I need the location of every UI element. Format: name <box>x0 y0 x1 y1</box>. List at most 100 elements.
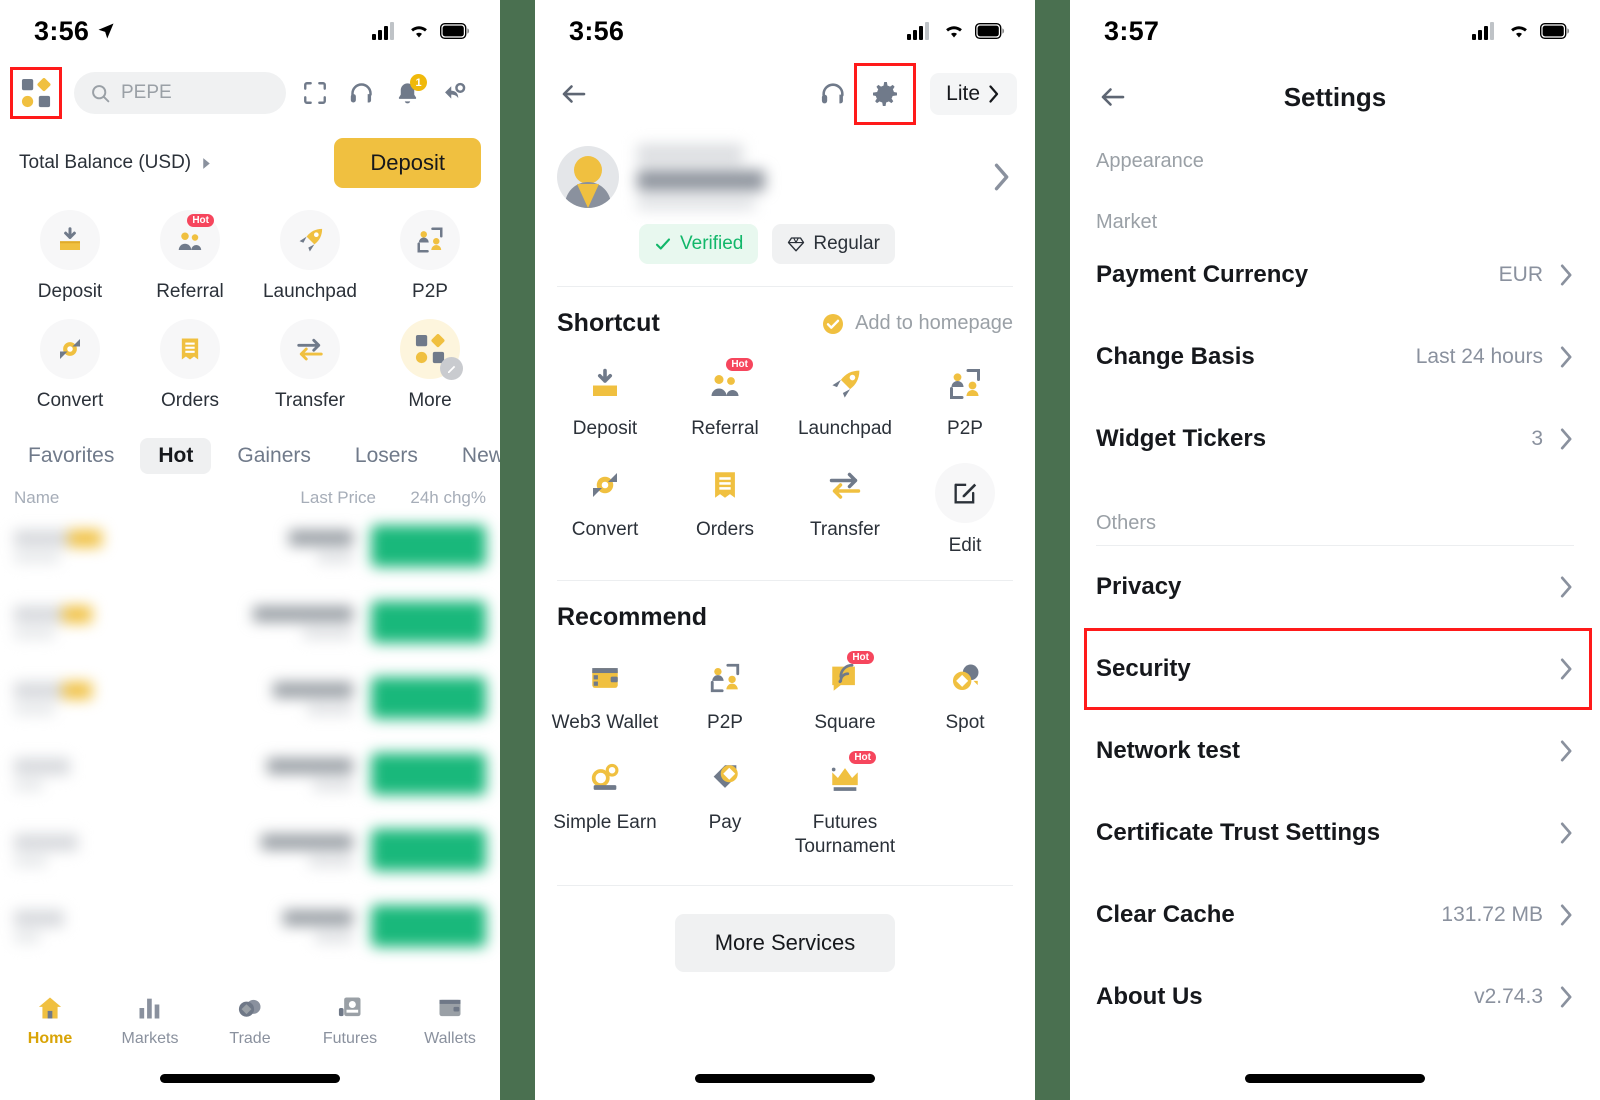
add-to-homepage-button[interactable]: Add to homepage <box>821 312 1013 336</box>
share-invite-icon <box>444 82 465 99</box>
edit-pencil-icon <box>440 357 463 380</box>
status-bar-settings: 3:57 <box>1070 0 1600 62</box>
quick-action-launchpad[interactable]: Launchpad <box>250 210 370 303</box>
quick-action-circle <box>280 319 340 379</box>
settings-header: Settings <box>1070 62 1600 132</box>
market-name-redacted <box>14 605 92 639</box>
shortcut-deposit[interactable]: Deposit <box>545 362 665 441</box>
referral-people-icon <box>711 375 739 396</box>
orders-receipt-icon <box>715 472 735 498</box>
settings-row-security[interactable]: Security <box>1070 628 1600 710</box>
recommend-simple-earn[interactable]: Simple Earn <box>545 756 665 859</box>
nav-item-trade[interactable]: Trade <box>200 994 300 1048</box>
table-row[interactable] <box>0 812 500 888</box>
recommend-web3-wallet[interactable]: Web3 Wallet <box>545 656 665 735</box>
nav-item-home[interactable]: Home <box>0 994 100 1048</box>
quick-action-orders[interactable]: Orders <box>130 319 250 412</box>
support-button[interactable] <box>816 77 850 111</box>
tab-losers[interactable]: Losers <box>337 438 436 474</box>
settings-row-payment-currency[interactable]: Payment Currency EUR <box>1070 234 1600 316</box>
recommend-label: Futures Tournament <box>794 812 896 857</box>
recommend-pay[interactable]: Pay <box>665 756 785 859</box>
table-row[interactable] <box>0 508 500 584</box>
scan-qr-button[interactable] <box>298 76 332 110</box>
nav-item-futures[interactable]: Futures <box>300 994 400 1048</box>
settings-row-certificate-trust[interactable]: Certificate Trust Settings <box>1070 792 1600 874</box>
tab-gainers[interactable]: Gainers <box>219 438 329 474</box>
recommend-icon-wrap <box>703 656 747 700</box>
support-button[interactable] <box>344 76 378 110</box>
settings-row-value: EUR <box>1498 263 1543 286</box>
back-button[interactable] <box>557 77 591 111</box>
settings-row-clear-cache[interactable]: Clear Cache 131.72 MB <box>1070 874 1600 956</box>
simple-earn-icon <box>591 764 619 791</box>
settings-row-privacy[interactable]: Privacy <box>1070 546 1600 628</box>
shortcut-referral[interactable]: Hot Referral <box>665 358 785 441</box>
home-icon <box>38 997 62 1019</box>
bottom-navigation: Home Markets Trade Futures Wallets <box>0 988 500 1048</box>
recommend-futures-tournament[interactable]: Hot Futures Tournament <box>785 751 905 859</box>
shortcut-p2p[interactable]: P2P <box>905 362 1025 441</box>
market-price-redacted <box>78 833 353 867</box>
deposit-button[interactable]: Deposit <box>334 138 481 188</box>
quick-action-deposit[interactable]: Deposit <box>10 210 130 303</box>
settings-row-network-test[interactable]: Network test <box>1070 710 1600 792</box>
settings-row-right: EUR <box>1499 263 1574 287</box>
recommend-p2p[interactable]: P2P <box>665 656 785 735</box>
quick-action-referral[interactable]: Hot Referral <box>130 210 250 303</box>
shortcut-launchpad[interactable]: Launchpad <box>785 362 905 441</box>
shortcut-edit[interactable]: Edit <box>905 462 1025 558</box>
pay-tag-icon <box>713 765 738 789</box>
app-grid-icon <box>21 78 51 108</box>
shortcut-grid: Deposit Hot Referral Launchpad P2P Conve… <box>535 338 1035 558</box>
recommend-square[interactable]: Hot Square <box>785 650 905 735</box>
profile-summary[interactable] <box>535 126 1035 210</box>
settings-row-label: Network test <box>1096 737 1241 764</box>
nav-item-markets[interactable]: Markets <box>100 994 200 1048</box>
search-bar[interactable]: PEPE <box>74 72 286 114</box>
quick-action-convert[interactable]: Convert <box>10 319 130 412</box>
total-balance-toggle[interactable]: Total Balance (USD) <box>19 152 213 174</box>
recommend-spot[interactable]: Spot <box>905 656 1025 735</box>
recommend-label: Pay <box>708 812 742 834</box>
back-button[interactable] <box>1096 80 1130 114</box>
table-row[interactable] <box>0 584 500 660</box>
settings-row-right: 3 <box>1531 427 1574 451</box>
shortcut-transfer[interactable]: Transfer <box>785 463 905 558</box>
lite-mode-button[interactable]: Lite <box>930 73 1017 115</box>
tab-favorites[interactable]: Favorites <box>10 438 132 474</box>
more-services-button[interactable]: More Services <box>674 913 896 972</box>
shortcut-convert[interactable]: Convert <box>545 463 665 558</box>
quick-action-transfer[interactable]: Transfer <box>250 319 370 412</box>
nav-label: Futures <box>322 1030 378 1047</box>
shortcut-orders[interactable]: Orders <box>665 463 785 558</box>
chevron-right-icon <box>1560 822 1572 844</box>
recommend-icon-wrap: Hot <box>823 650 874 700</box>
notification-button[interactable]: 1 <box>390 74 427 110</box>
tab-hot[interactable]: Hot <box>140 438 212 474</box>
settings-row-about-us[interactable]: About Us v2.74.3 <box>1070 956 1600 1038</box>
settings-row-widget-tickers[interactable]: Widget Tickers 3 <box>1070 398 1600 480</box>
settings-row-label: Privacy <box>1096 573 1182 600</box>
notification-badge: 1 <box>410 74 427 91</box>
quick-action-label: Referral <box>156 281 224 302</box>
panel-profile: 3:56 Lite Verified Regular Shortcut Add … <box>535 0 1035 1100</box>
recommend-title: Recommend <box>557 602 708 631</box>
share-invite-button[interactable] <box>436 76 470 110</box>
quick-action-more[interactable]: More <box>370 319 490 412</box>
settings-row-change-basis[interactable]: Change Basis Last 24 hours <box>1070 316 1600 398</box>
table-row[interactable] <box>0 888 500 964</box>
check-icon <box>655 238 671 250</box>
table-row[interactable] <box>0 736 500 812</box>
back-arrow-icon <box>1101 88 1125 106</box>
home-indicator <box>160 1074 340 1083</box>
settings-button[interactable] <box>854 63 917 125</box>
nav-item-wallets[interactable]: Wallets <box>400 994 500 1048</box>
market-change-badge <box>371 525 486 567</box>
quick-action-p2p[interactable]: P2P <box>370 210 490 303</box>
table-row[interactable] <box>0 660 500 736</box>
user-avatar-icon <box>557 146 619 208</box>
app-grid-button[interactable] <box>10 67 62 119</box>
transfer-arrows-icon <box>829 472 861 499</box>
tab-new-listing[interactable]: New L <box>444 438 500 474</box>
